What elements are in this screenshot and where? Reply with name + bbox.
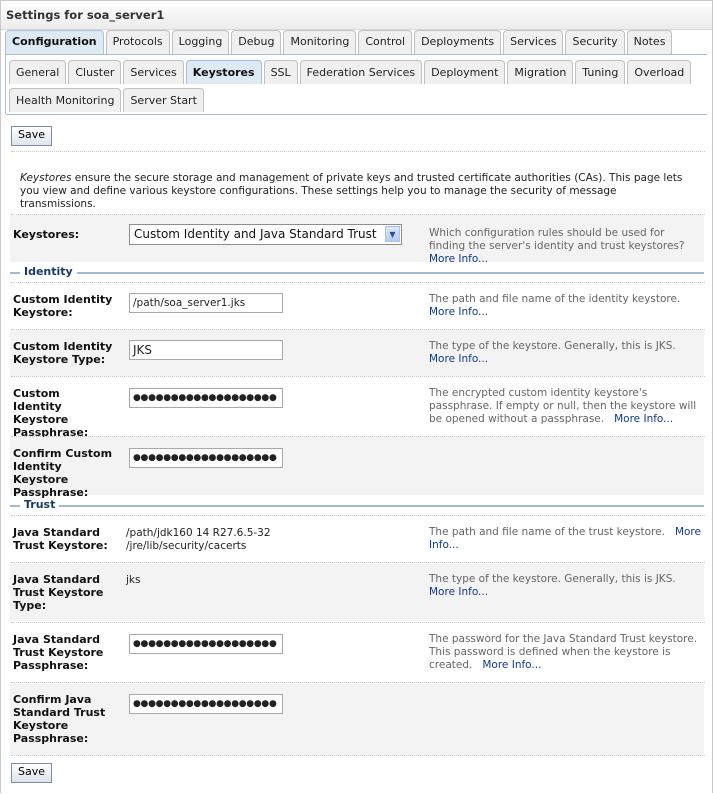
keystores-row: Keystores: Custom Identity and Java Stan… xyxy=(10,215,704,265)
java-standard-trust-keystore-type-row: Java Standard Trust Keystore Type: jks T… xyxy=(10,563,704,621)
java-standard-trust-passphrase-desc: The password for the Java Standard Trust… xyxy=(429,633,701,672)
desc-text: The path and file name of the trust keys… xyxy=(429,526,665,538)
sub-tabs-row1: General Cluster Services Keystores SSL F… xyxy=(9,60,693,84)
custom-identity-keystore-type-input[interactable]: JKS xyxy=(129,340,283,360)
divider xyxy=(11,151,705,152)
identity-section-header: Identity xyxy=(10,266,704,278)
section-rule xyxy=(10,505,704,507)
sub-tabs-row2: Health Monitoring Server Start xyxy=(9,88,206,112)
more-info-link[interactable]: More Info... xyxy=(614,413,673,425)
confirm-java-standard-trust-passphrase-row: Confirm Java Standard Trust Keystore Pas… xyxy=(10,683,704,755)
intro-text: Keystores ensure the secure storage and … xyxy=(20,172,690,211)
intro-term: Keystores xyxy=(20,172,72,184)
java-standard-trust-keystore-type-value: jks xyxy=(126,574,141,586)
more-info-link[interactable]: More Info... xyxy=(429,253,488,265)
page-title: Settings for soa_server1 xyxy=(1,1,712,30)
more-info-link[interactable]: More Info... xyxy=(482,659,541,671)
java-standard-trust-passphrase-label: Java Standard Trust Keystore Passphrase: xyxy=(13,633,104,672)
save-button-top[interactable]: Save xyxy=(11,126,53,146)
subtab-general[interactable]: General xyxy=(9,60,67,84)
custom-identity-keystore-label: Custom Identity Keystore: xyxy=(13,293,113,319)
tab-configuration[interactable]: Configuration xyxy=(5,30,104,54)
keystores-desc: Which configuration rules should be used… xyxy=(429,227,701,266)
more-info-link[interactable]: More Info... xyxy=(429,353,488,365)
trust-section-header: Trust xyxy=(10,499,704,511)
tab-services[interactable]: Services xyxy=(503,30,564,54)
trust-section-title: Trust xyxy=(20,499,60,511)
save-button-bottom[interactable]: Save xyxy=(11,763,53,783)
chevron-down-icon[interactable]: ▼ xyxy=(385,226,400,242)
keystores-selected-value: Custom Identity and Java Standard Trust xyxy=(134,227,377,241)
subtab-overload[interactable]: Overload xyxy=(627,60,692,84)
tab-protocols[interactable]: Protocols xyxy=(105,30,170,54)
keystores-label: Keystores: xyxy=(13,228,80,241)
confirm-custom-identity-passphrase-label: Confirm Custom Identity Keystore Passphr… xyxy=(13,447,113,499)
subtab-divider xyxy=(6,114,707,115)
more-info-link[interactable]: More Info... xyxy=(429,306,488,318)
tab-control[interactable]: Control xyxy=(358,30,413,54)
identity-section-title: Identity xyxy=(20,266,77,278)
confirm-custom-identity-passphrase-row: Confirm Custom Identity Keystore Passphr… xyxy=(10,437,704,499)
subtab-services[interactable]: Services xyxy=(123,60,184,84)
tab-debug[interactable]: Debug xyxy=(231,30,282,54)
subtab-panel-edge xyxy=(5,54,6,114)
custom-identity-keystore-type-row: Custom Identity Keystore Type: JKS The t… xyxy=(10,330,704,376)
java-standard-trust-passphrase-row: Java Standard Trust Keystore Passphrase:… xyxy=(10,623,704,681)
desc-text: The type of the keystore. Generally, thi… xyxy=(429,340,676,352)
custom-identity-passphrase-row: Custom Identity Keystore Passphrase: ●●●… xyxy=(10,377,704,439)
java-standard-trust-passphrase-input[interactable]: ●●●●●●●●●●●●●●●●●●● xyxy=(129,634,283,654)
confirm-custom-identity-passphrase-input[interactable]: ●●●●●●●●●●●●●●●●●●● xyxy=(129,448,283,468)
subtab-cluster[interactable]: Cluster xyxy=(68,60,122,84)
custom-identity-passphrase-desc: The encrypted custom identity keystore's… xyxy=(429,387,701,426)
trust-keystore-path-line2: /jre/lib/security/cacerts xyxy=(126,540,247,552)
more-info-link[interactable]: More Info... xyxy=(429,586,488,598)
tab-security[interactable]: Security xyxy=(565,30,625,54)
desc-text: The type of the keystore. Generally, thi… xyxy=(429,573,676,585)
intro-body: ensure the secure storage and management… xyxy=(20,172,683,210)
custom-identity-keystore-row: Custom Identity Keystore: /path/soa_serv… xyxy=(10,283,704,328)
subtab-keystores[interactable]: Keystores xyxy=(185,60,262,84)
confirm-java-standard-trust-passphrase-input[interactable]: ●●●●●●●●●●●●●●●●●●● xyxy=(129,694,283,714)
java-standard-trust-keystore-type-label: Java Standard Trust Keystore Type: xyxy=(13,573,104,612)
java-standard-trust-keystore-row: Java Standard Trust Keystore: /path/jdk1… xyxy=(10,516,704,562)
subtab-health-monitoring[interactable]: Health Monitoring xyxy=(9,88,122,112)
tab-notes[interactable]: Notes xyxy=(626,30,673,54)
custom-identity-keystore-type-desc: The type of the keystore. Generally, thi… xyxy=(429,340,701,366)
desc-text: The path and file name of the identity k… xyxy=(429,293,681,305)
confirm-java-standard-trust-passphrase-label: Confirm Java Standard Trust Keystore Pas… xyxy=(13,693,106,745)
java-standard-trust-keystore-label: Java Standard Trust Keystore: xyxy=(13,526,108,552)
keystores-desc-text: Which configuration rules should be used… xyxy=(429,227,685,252)
subtab-ssl[interactable]: SSL xyxy=(263,60,298,84)
subtab-deployment[interactable]: Deployment xyxy=(424,60,506,84)
tab-logging[interactable]: Logging xyxy=(171,30,230,54)
divider xyxy=(11,755,705,756)
java-standard-trust-keystore-value: /path/jdk160 14 R27.6.5-32 /jre/lib/secu… xyxy=(126,527,271,553)
trust-keystore-path-line1: /path/jdk160 14 R27.6.5-32 xyxy=(126,527,271,539)
subtab-server-start[interactable]: Server Start xyxy=(123,88,204,112)
custom-identity-keystore-input[interactable]: /path/soa_server1.jks xyxy=(129,293,283,313)
main-tabs: Configuration Protocols Logging Debug Mo… xyxy=(5,30,674,54)
custom-identity-passphrase-label: Custom Identity Keystore Passphrase: xyxy=(13,387,89,439)
custom-identity-keystore-type-label: Custom Identity Keystore Type: xyxy=(13,340,113,366)
tab-monitoring[interactable]: Monitoring xyxy=(283,30,357,54)
tab-deployments[interactable]: Deployments xyxy=(414,30,502,54)
subtab-federation-services[interactable]: Federation Services xyxy=(299,60,423,84)
java-standard-trust-keystore-type-desc: The type of the keystore. Generally, thi… xyxy=(429,573,701,599)
keystores-select[interactable]: Custom Identity and Java Standard Trust … xyxy=(129,224,402,245)
desc-text: The password for the Java Standard Trust… xyxy=(429,633,698,671)
subtab-tuning[interactable]: Tuning xyxy=(575,60,626,84)
section-rule xyxy=(10,272,704,274)
tab-divider xyxy=(5,54,707,55)
subtab-migration[interactable]: Migration xyxy=(507,60,574,84)
custom-identity-passphrase-input[interactable]: ●●●●●●●●●●●●●●●●●●● xyxy=(129,388,283,408)
custom-identity-keystore-desc: The path and file name of the identity k… xyxy=(429,293,701,319)
java-standard-trust-keystore-desc: The path and file name of the trust keys… xyxy=(429,526,701,552)
